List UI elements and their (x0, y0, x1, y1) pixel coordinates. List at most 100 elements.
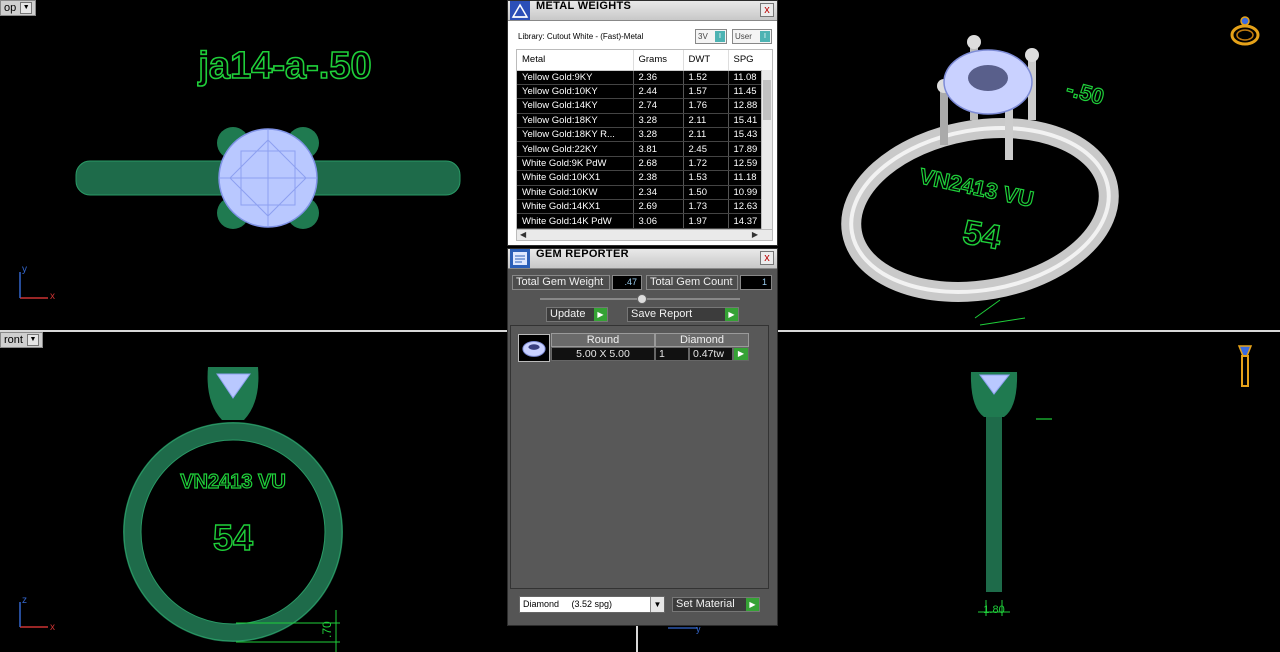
table-cell: White Gold:10KX1 (517, 170, 634, 186)
total-gem-weight-value: .47 (612, 275, 642, 290)
gem-size-cell: 5.00 X 5.00 (551, 347, 655, 361)
table-cell: 2.74 (633, 98, 684, 114)
size-text: 54 (960, 213, 1004, 257)
gem-weight-cell: 0.47tw (689, 347, 733, 361)
table-cell: 1.73 (683, 199, 729, 215)
table-cell: 2.11 (683, 127, 729, 143)
close-button[interactable]: x (760, 251, 774, 265)
table-cell: 1.57 (683, 84, 729, 100)
vertical-scrollbar[interactable] (761, 70, 772, 230)
model-name-text: ja14-a-.50 (197, 45, 371, 87)
chevron-down-icon[interactable]: ▼ (650, 597, 664, 612)
axis-x-label: x (50, 622, 55, 633)
gem-row-play-icon[interactable]: ▶ (733, 347, 749, 361)
ring-band-side (986, 412, 1002, 592)
table-row[interactable]: Yellow Gold:10KY 2.44 1.57 11.45 (517, 84, 772, 100)
table-cell: White Gold:9K PdW (517, 156, 634, 172)
column-header[interactable]: SPG (728, 50, 772, 71)
gem-material-header: Diamond (655, 333, 749, 347)
total-gem-weight-label: Total Gem Weight (512, 275, 610, 290)
report-icon (510, 249, 530, 268)
panel-title: GEM REPORTER (536, 248, 629, 260)
toggle-3v[interactable]: 3V I (695, 29, 727, 44)
table-row[interactable]: White Gold:10KW 2.34 1.50 10.99 (517, 185, 772, 201)
set-material-button[interactable]: Set Material ▶ (672, 597, 760, 612)
play-icon: ▶ (746, 598, 759, 611)
table-cell: 2.69 (633, 199, 684, 215)
play-icon: ▶ (594, 308, 607, 321)
scroll-left-icon[interactable]: ◀ (520, 230, 526, 240)
axis-z-label: z (22, 595, 27, 606)
set-material-label: Set Material (676, 598, 735, 610)
table-cell: 1.50 (683, 185, 729, 201)
horizontal-scrollbar[interactable]: ◀ ▶ (517, 229, 772, 240)
table-row[interactable]: Yellow Gold:18KY R... 3.28 2.11 15.43 (517, 127, 772, 143)
table-row[interactable]: White Gold:10KX1 2.38 1.53 11.18 (517, 170, 772, 186)
table-cell: 3.28 (633, 127, 684, 143)
table-header-row: Metal Grams DWT SPG (517, 50, 772, 71)
table-row[interactable]: White Gold:14KX1 2.69 1.73 12.63 (517, 199, 772, 215)
table-cell: 1.97 (683, 213, 729, 229)
toggle-indicator-icon: I (715, 31, 725, 42)
dimension-label: 1.80 (983, 604, 1004, 616)
table-cell: 2.38 (633, 170, 684, 186)
metal-weights-table[interactable]: Metal Grams DWT SPG Yellow Gold:9KY 2.36 1… (516, 49, 773, 241)
slider-handle[interactable] (637, 294, 647, 304)
table-row[interactable]: Yellow Gold:9KY 2.36 1.52 11.08 (517, 70, 772, 85)
material-select-value: Diamond (3.52 spg) (523, 599, 613, 609)
save-report-button[interactable]: Save Report ▶ (627, 307, 739, 322)
ring-view-icon[interactable] (1228, 14, 1262, 48)
column-header[interactable]: Grams (633, 50, 684, 71)
material-select[interactable]: Diamond (3.52 spg) ▼ (519, 596, 665, 613)
table-cell: Yellow Gold:9KY (517, 70, 634, 85)
table-row[interactable]: White Gold:9K PdW 2.68 1.72 12.59 (517, 156, 772, 172)
table-cell: 1.53 (683, 170, 729, 186)
ring-side-view-icon[interactable] (1234, 342, 1256, 390)
table-cell: 3.06 (633, 213, 684, 229)
table-cell: 1.76 (683, 98, 729, 114)
ring-band (841, 118, 1119, 302)
scrollbar-thumb[interactable] (763, 80, 771, 120)
metal-weights-panel: METAL WEIGHTS x Library: Cutout White - … (507, 0, 778, 246)
gem-report-area[interactable]: Round Diamond 5.00 X 5.00 1 0.47tw ▶ (510, 325, 769, 589)
model-name-partial: -.50 (1064, 76, 1107, 110)
panel-titlebar[interactable]: METAL WEIGHTS x (508, 1, 777, 21)
table-cell: 3.81 (633, 141, 684, 157)
column-header[interactable]: Metal (517, 50, 634, 71)
table-cell: 2.45 (683, 141, 729, 157)
table-cell: 2.68 (633, 156, 684, 172)
scale-icon (510, 1, 530, 20)
engraving-text: VN2413 VU (917, 163, 1036, 212)
table-cell: 1.72 (683, 156, 729, 172)
gem-shape-header: Round (551, 333, 655, 347)
table-row[interactable]: Yellow Gold:18KY 3.28 2.11 15.41 (517, 113, 772, 129)
table-cell: 2.11 (683, 113, 729, 129)
table-cell: 1.52 (683, 70, 729, 85)
panel-title: METAL WEIGHTS (536, 0, 632, 12)
panel-titlebar[interactable]: GEM REPORTER x (508, 249, 777, 269)
scroll-right-icon[interactable]: ▶ (752, 230, 758, 240)
table-cell: White Gold:10KW (517, 185, 634, 201)
gem-count-cell: 1 (655, 347, 689, 361)
save-report-label: Save Report (631, 308, 693, 320)
table-cell: Yellow Gold:18KY (517, 113, 634, 129)
play-icon: ▶ (725, 308, 738, 321)
axis-y-label: y (22, 264, 27, 275)
column-header[interactable]: DWT (683, 50, 729, 71)
table-cell: Yellow Gold:10KY (517, 84, 634, 100)
toggle-label: 3V (698, 32, 708, 41)
table-row[interactable]: Yellow Gold:22KY 3.81 2.45 17.89 (517, 141, 772, 157)
toggle-user[interactable]: User I (732, 29, 772, 44)
update-button[interactable]: Update ▶ (546, 307, 608, 322)
table-row[interactable]: White Gold:14K PdW 3.06 1.97 14.37 (517, 213, 772, 229)
table-cell: White Gold:14K PdW (517, 213, 634, 229)
gem-reporter-panel: GEM REPORTER x Total Gem Weight .47 Tota… (507, 248, 778, 626)
round-gem-icon (518, 334, 550, 362)
close-button[interactable]: x (760, 3, 774, 17)
table-row[interactable]: Yellow Gold:14KY 2.74 1.76 12.88 (517, 98, 772, 114)
table-cell: Yellow Gold:18KY R... (517, 127, 634, 143)
table-cell: 3.28 (633, 113, 684, 129)
engraving-text: VN2413 VU (180, 471, 286, 493)
axis-x-label: x (50, 291, 55, 302)
table-cell: White Gold:14KX1 (517, 199, 634, 215)
